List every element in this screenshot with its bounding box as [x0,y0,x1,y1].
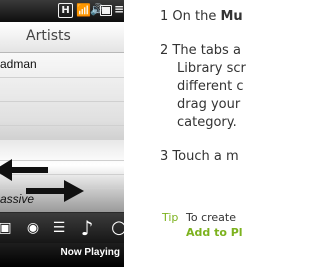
music-note-icon[interactable]: ♪ [76,217,98,239]
step-number: 3 [160,149,169,164]
step-number: 2 [160,43,169,58]
list-item-label: Madman [0,57,37,71]
tip-text: To create [186,211,236,224]
library-tab-bar: ▣ ◉ ☰ ♪ ○ [0,213,124,243]
step-3: 3 Touch a m [160,149,239,164]
data-connection-h-icon: H [58,3,73,18]
arrow-head [0,159,12,181]
step-text: On the [172,9,221,24]
phone-screenshot: H 📶 🔊 ≡ Artists Madman s n assive ▣ ◉ ☰ … [0,0,124,267]
step-number: 1 [160,9,169,24]
manual-text-column: 1 On the Mu 2 The tabs a Library scr dif… [124,0,259,267]
step-text: Touch a m [172,149,239,164]
now-playing-button[interactable]: Now Playing [61,247,120,258]
step-text-line: category. [177,115,237,130]
step-text-line: drag your [177,97,241,112]
signal-icon[interactable]: 📶 [76,3,91,17]
list-item[interactable]: s [0,77,124,102]
tip-label: Tip [162,211,179,224]
playlist-icon[interactable]: ☰ [48,217,70,239]
step-1: 1 On the Mu [160,9,243,24]
tip-link-text: Add to Pl [186,226,243,239]
menu-icon[interactable]: ≡ [114,2,124,16]
photo-icon[interactable]: ▣ [0,217,16,239]
step-text-line: The tabs a [172,43,241,58]
arrow-shaft [26,188,66,194]
battery-icon[interactable] [100,5,112,16]
swipe-left-arrow-icon [0,159,48,181]
step-2: 2 The tabs a [160,43,241,58]
arrow-shaft [10,167,48,173]
arrow-head [64,180,84,202]
artists-header: Artists [0,22,124,53]
cd-icon[interactable]: ◉ [22,217,44,239]
swipe-right-arrow-icon [26,180,84,202]
step-bold-text: Mu [220,9,243,24]
list-item[interactable]: n [0,101,124,126]
step-text-line: Library scr [177,61,246,76]
step-text-line: different c [177,79,244,94]
list-item[interactable]: Madman [0,53,124,78]
partial-tab-icon[interactable]: ○ [108,217,124,239]
header-title: Artists [26,28,71,44]
softkey-bar: Now Playing [0,243,124,267]
status-bar: H 📶 🔊 ≡ [0,0,124,22]
